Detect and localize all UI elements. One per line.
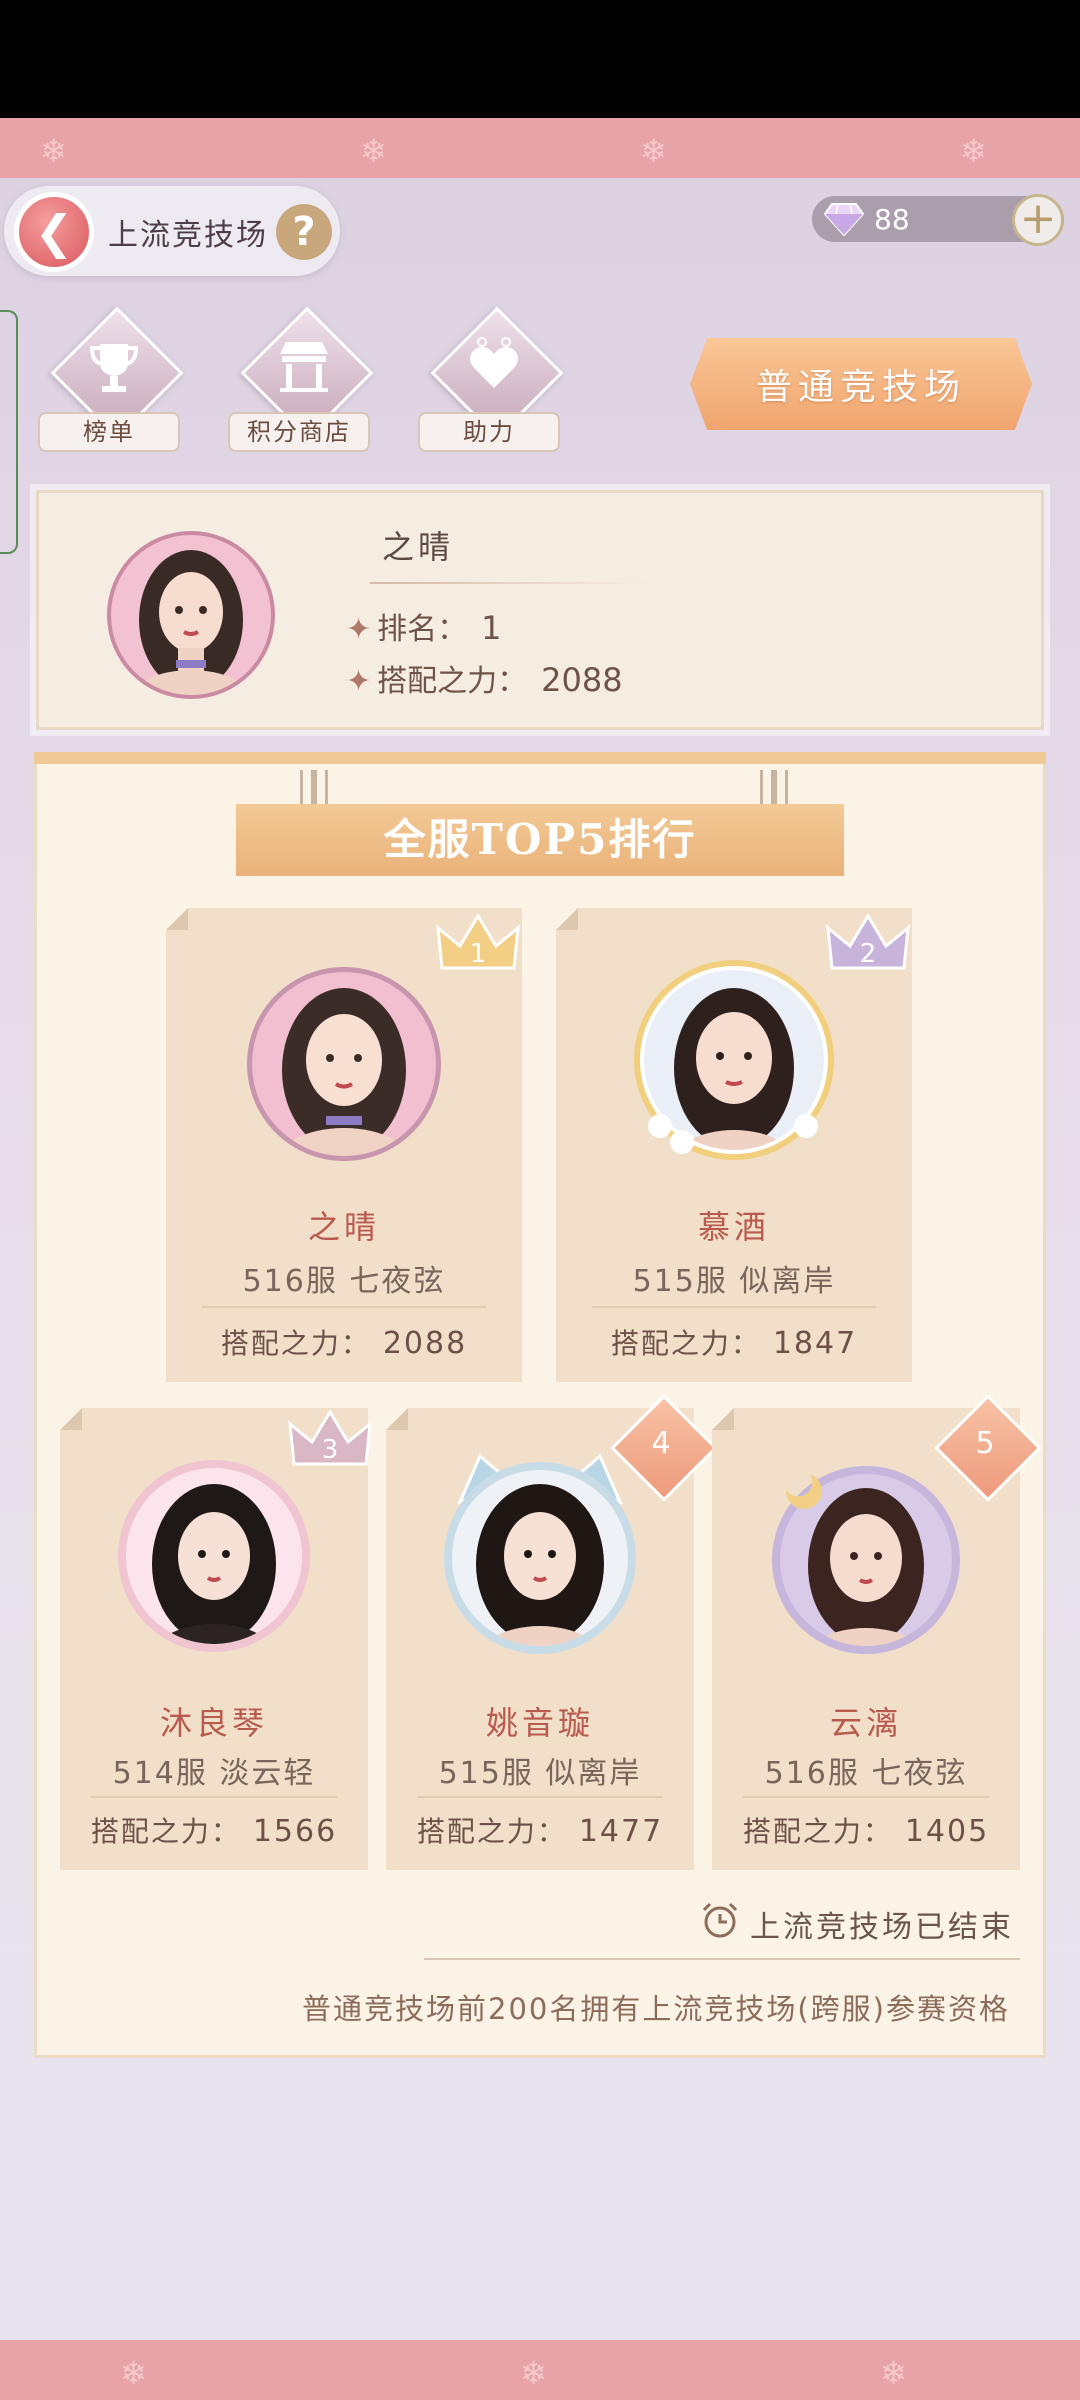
snowflake-icon: ❄ [120,2354,147,2392]
rank-server: 515服 似离岸 [632,1264,836,1299]
divider [370,582,650,584]
rank-number: 4 [651,1426,671,1461]
back-button[interactable]: ❮ [14,192,94,272]
power-value: 1566 [252,1814,338,1849]
snowflake-icon: ❄ [40,132,67,170]
menu-item-support[interactable]: 助力 [418,306,568,460]
snowflake-icon: ❄ [960,132,987,170]
plus-icon: + [1019,193,1057,244]
trophy-icon [89,344,139,392]
top-decor-band: ❄ ❄ ❄ ❄ [0,118,1080,178]
menu-item-leaderboard[interactable]: 榜单 [38,306,188,460]
avatar [444,1453,636,1654]
power-label: 搭配之力： [742,1815,893,1848]
power-value: 2088 [541,661,623,699]
avatar [634,960,834,1160]
help-button[interactable]: ? [276,204,332,260]
power-label: 搭配之力： [610,1327,761,1360]
rank-name: 云漓 [829,1704,902,1742]
player-name: 之晴 [382,528,455,566]
rank-power: 搭配之力： 1847 [556,1322,912,1362]
add-gems-button[interactable]: + [1012,194,1064,246]
divider [742,1796,990,1798]
player-rank: ✦ 排名： 1 [346,604,502,648]
divider [90,1796,338,1798]
rank-number: 5 [975,1426,995,1461]
divider [591,1306,877,1308]
rank-label: 排名： [377,612,468,647]
alarm-clock-icon [702,1902,738,1938]
rank-server: 516服 七夜弦 [764,1756,968,1791]
power-label: 搭配之力： [220,1327,371,1360]
rank-power: 搭配之力： 1566 [60,1810,368,1850]
arena-ended-text: 上流竞技场已结束 [750,1910,1014,1945]
power-value: 2088 [382,1326,468,1361]
status-bar [0,0,1080,118]
rank-server: 516服 七夜弦 [242,1264,446,1299]
shop-icon [280,342,328,392]
diamond-icon [824,203,864,236]
power-label: 搭配之力： [90,1815,241,1848]
rank-name: 慕酒 [697,1208,770,1246]
heart-icon [470,337,518,388]
rank-value: 1 [481,609,502,647]
sparkle-icon: ✦ [346,664,372,699]
silver-crown-icon: 2 [826,913,910,970]
rank-server: 514服 淡云轻 [112,1756,316,1791]
menu-item-points-shop[interactable]: 积分商店 [228,306,378,460]
avatar [247,967,441,1161]
snowflake-icon: ❄ [880,2354,907,2392]
qualification-note: 普通竞技场前200名拥有上流竞技场(跨服)参赛资格 [302,1992,1010,2026]
board-top-strip [34,752,1046,764]
gold-crown-icon: 1 [436,913,520,970]
bronze-crown-icon: 3 [288,1409,372,1466]
snowflake-icon: ❄ [520,2354,547,2392]
rank-name: 姚音璇 [485,1704,594,1742]
chevron-left-icon: ❮ [34,205,74,259]
gem-count: 88 [874,203,910,236]
avatar [107,531,275,699]
side-drawer-tab[interactable] [0,310,18,554]
power-label: 搭配之力： [377,664,528,699]
bottom-decor-band: ❄ ❄ ❄ [0,2340,1080,2400]
rank-power: 搭配之力： 1405 [712,1810,1020,1850]
menu-label: 助力 [418,412,560,452]
power-value: 1405 [904,1814,990,1849]
divider [416,1796,664,1798]
crown-rank: 3 [322,1435,339,1465]
divider [201,1306,487,1308]
crown-rank: 2 [860,939,877,969]
crown-rank: 1 [470,939,487,969]
snowflake-icon: ❄ [640,132,667,170]
snowflake-icon: ❄ [360,132,387,170]
rank-name: 之晴 [307,1208,380,1246]
menu-label: 积分商店 [228,412,370,452]
page-title: 上流竞技场 [108,218,268,253]
avatar [772,1466,960,1654]
rank-power: 搭配之力： 1477 [386,1810,694,1850]
normal-arena-button[interactable]: 普通竞技场 [690,338,1032,430]
menu-label: 榜单 [38,412,180,452]
power-label: 搭配之力： [416,1815,567,1848]
power-value: 1477 [578,1814,664,1849]
power-value: 1847 [772,1326,858,1361]
rank-power: 搭配之力： 2088 [166,1322,522,1362]
player-power: ✦ 搭配之力： 2088 [346,656,623,700]
sparkle-icon: ✦ [346,612,372,647]
board-title: 全服TOP5排行 [236,804,844,876]
rank-server: 515服 似离岸 [438,1756,642,1791]
rank-name: 沐良琴 [159,1704,268,1742]
divider [424,1958,1020,1960]
